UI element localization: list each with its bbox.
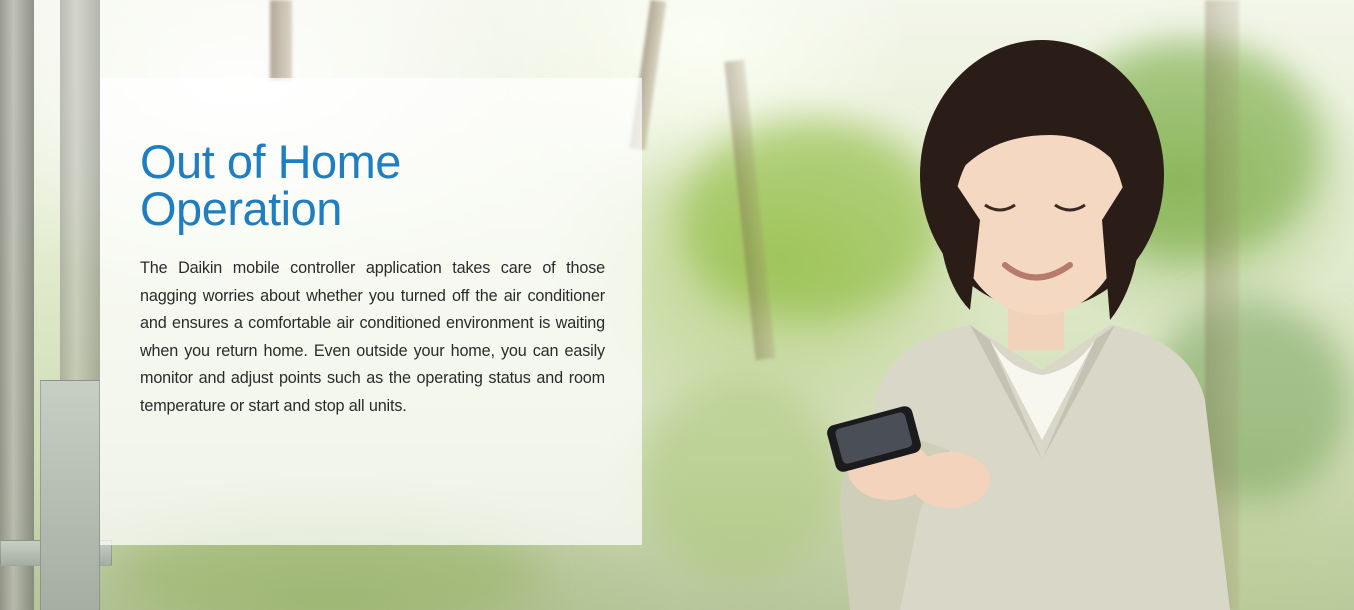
section-description: The Daikin mobile controller application… — [140, 259, 605, 415]
tree-trunk — [270, 0, 292, 80]
wooden-post — [0, 0, 34, 610]
info-panel: Out of Home Operation The Daikin mobile … — [100, 78, 642, 545]
section-title: Out of Home Operation — [140, 135, 401, 235]
woman-using-smartphone — [827, 40, 1230, 610]
fence-post — [40, 380, 100, 610]
